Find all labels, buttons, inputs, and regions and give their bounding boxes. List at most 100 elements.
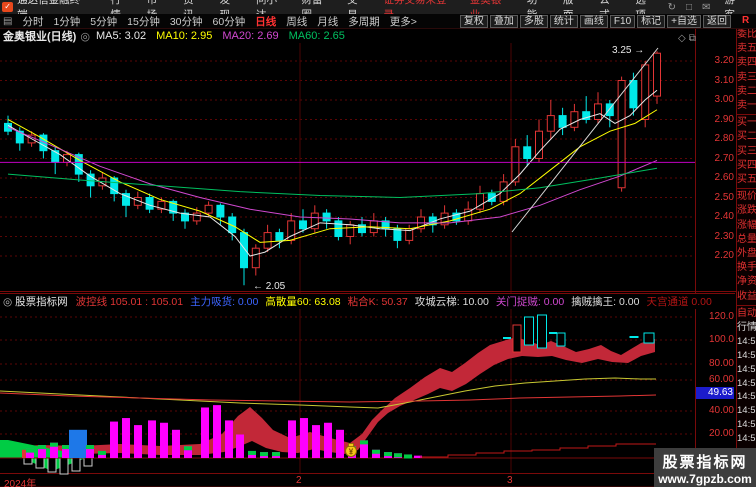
candle-body — [558, 115, 567, 128]
quote-sidebar[interactable]: 委比 卖五 卖四 卖三 卖二 卖一买一 买二 买三 买四 买五现价 涨跌 涨幅 总量 外盘 换手 净资 收益自动… — [736, 28, 756, 487]
value-label-100.0: 100.0 — [708, 334, 734, 345]
candle-body — [322, 212, 331, 222]
ma-value-2: MA20: 2.69 — [222, 30, 279, 42]
sidebar-label-9[interactable]: 买四 — [737, 159, 756, 173]
sidebar-label-15[interactable]: 外盘 — [737, 247, 756, 261]
candle-body — [594, 103, 602, 121]
neg-bar — [23, 457, 33, 465]
stock-symbol[interactable]: 金奥银业(日线) — [3, 28, 76, 44]
mini-candle — [556, 332, 566, 347]
app-logo-icon[interactable]: ✓ — [2, 2, 14, 12]
value-label-120.0: 120.0 — [708, 311, 734, 322]
sidebar-label-6[interactable]: 买一 — [737, 116, 756, 130]
volume-bar-cap — [260, 452, 268, 457]
volume-bar-cap — [86, 445, 94, 450]
sidebar-label-4[interactable]: 卖二 — [737, 85, 756, 99]
indicator-item-2: 高散量60: 63.08 — [265, 296, 341, 308]
watermark-site: 股票指标网 — [662, 454, 748, 471]
info-icon[interactable]: ◎ — [80, 30, 90, 43]
sidebar-label-16[interactable]: 换手 — [737, 261, 756, 275]
volume-bar — [236, 434, 244, 458]
candle-body — [204, 204, 213, 214]
volume-bar — [300, 418, 308, 458]
sidebar-label-19[interactable]: 自动 — [737, 307, 756, 321]
volume-bar-cap — [98, 450, 106, 455]
sidebar-label-13[interactable]: 涨幅 — [737, 219, 756, 233]
period-tab-9[interactable]: 多周期 — [348, 14, 380, 29]
tool-button-8[interactable]: 返回 — [703, 14, 731, 28]
sidebar-label-7[interactable]: 买二 — [737, 130, 756, 144]
indicator-item-0: 波控线 105.01 : 105.01 — [75, 296, 184, 308]
period-tab-0[interactable]: 分时 — [22, 14, 43, 29]
indicator-site-label[interactable]: 股票指标网 — [15, 294, 68, 309]
sidebar-label-1[interactable]: 卖五 — [737, 42, 756, 56]
sidebar-label-10[interactable]: 买五 — [737, 173, 756, 187]
sidebar-label-14[interactable]: 总量 — [737, 233, 756, 247]
volume-bar — [160, 422, 168, 458]
price-label-2.60: 2.60 — [714, 172, 734, 183]
money-bag-symbol: ¥ — [349, 448, 354, 457]
candle-body — [653, 52, 661, 97]
sidebar-label-5[interactable]: 卖一 — [737, 99, 756, 113]
tool-button-0[interactable]: 复权 — [459, 14, 488, 28]
mobile-icon[interactable]: □ — [686, 2, 692, 13]
r-button[interactable]: R — [742, 15, 749, 26]
price-label-3.20: 3.20 — [714, 55, 734, 66]
period-tab-4[interactable]: 30分钟 — [170, 14, 203, 29]
candle-body — [145, 197, 154, 210]
stock-title-row: 金奥银业(日线) ◎ MA5: 3.02 MA10: 2.95 MA20: 2.69… — [0, 29, 700, 43]
period-tab-3[interactable]: 15分钟 — [127, 14, 160, 29]
tool-button-6[interactable]: 标记 — [637, 14, 666, 28]
sidebar-label-0[interactable]: 委比 — [737, 28, 756, 42]
watermark: 股票指标网 www.7gpzb.com — [654, 448, 756, 487]
indicator-value-tag: 49.63 — [696, 387, 734, 399]
tick-time-6: 14:56 — [737, 419, 756, 431]
volume-bar — [148, 420, 156, 458]
mini-candle — [524, 316, 534, 346]
tool-button-1[interactable]: 叠加 — [489, 14, 518, 28]
sidebar-divider — [737, 304, 756, 306]
period-tab-1[interactable]: 1分钟 — [53, 14, 80, 29]
period-tab-7[interactable]: 周线 — [286, 14, 307, 29]
volume-bar-cap — [272, 452, 280, 457]
period-tab-5[interactable]: 60分钟 — [213, 14, 246, 29]
indicator-item-4: 攻城云梯: 10.00 — [414, 296, 489, 308]
sidebar-label-8[interactable]: 买三 — [737, 145, 756, 159]
volume-bar-cap — [50, 442, 58, 447]
chart-corner-icons[interactable]: ◇⧉ — [678, 33, 699, 44]
volume-bar-cap — [404, 454, 412, 459]
volume-bar — [172, 429, 180, 458]
tool-button-7[interactable]: +自选 — [667, 14, 701, 28]
sidebar-divider — [737, 114, 756, 116]
volume-bar-blue — [69, 429, 87, 458]
volume-bar — [134, 425, 142, 458]
period-tab-2[interactable]: 5分钟 — [90, 14, 117, 29]
top-icons: ↻ □ ✉ — [663, 2, 716, 13]
period-tab-10[interactable]: 更多> — [390, 14, 417, 29]
tool-button-2[interactable]: 多股 — [519, 14, 548, 28]
tool-button-5[interactable]: F10 — [609, 14, 636, 28]
period-bar: ▤ 分时 1分钟 5分钟 15分钟 30分钟 60分钟 日线 周线 月线 多周期 更多> 复权 叠加多… — [0, 14, 756, 29]
tool-button-3[interactable]: 统计 — [549, 14, 578, 28]
tick-time-5: 14:56 — [737, 405, 756, 417]
sidebar-label-3[interactable]: 卖三 — [737, 71, 756, 85]
candle-body — [546, 115, 555, 132]
sidebar-label-2[interactable]: 卖四 — [737, 56, 756, 70]
candle-body — [240, 232, 248, 269]
sidebar-label-20[interactable]: 行情 — [737, 321, 756, 335]
tick-time-2: 14:56 — [737, 363, 756, 375]
layout-icon[interactable]: ▤ — [3, 16, 12, 27]
sidebar-label-12[interactable]: 涨跌 — [737, 204, 756, 218]
mini-candle — [512, 324, 522, 353]
tick-time-1: 14:56 — [737, 350, 756, 362]
sidebar-label-11[interactable]: 现价 — [737, 190, 756, 204]
sidebar-label-17[interactable]: 净资 — [737, 275, 756, 289]
period-tab-8[interactable]: 月线 — [317, 14, 338, 29]
sidebar-label-18[interactable]: 收益 — [737, 290, 756, 304]
chart-canvas[interactable]: ¥ — [0, 0, 756, 487]
tool-button-4[interactable]: 画线 — [579, 14, 608, 28]
period-tab-6[interactable]: 日线 — [255, 14, 276, 29]
mail-icon[interactable]: ✉ — [702, 2, 710, 13]
refresh-icon[interactable]: ↻ — [668, 2, 676, 13]
indicator-item-6: 擒贼擒王: 0.00 — [571, 296, 640, 308]
